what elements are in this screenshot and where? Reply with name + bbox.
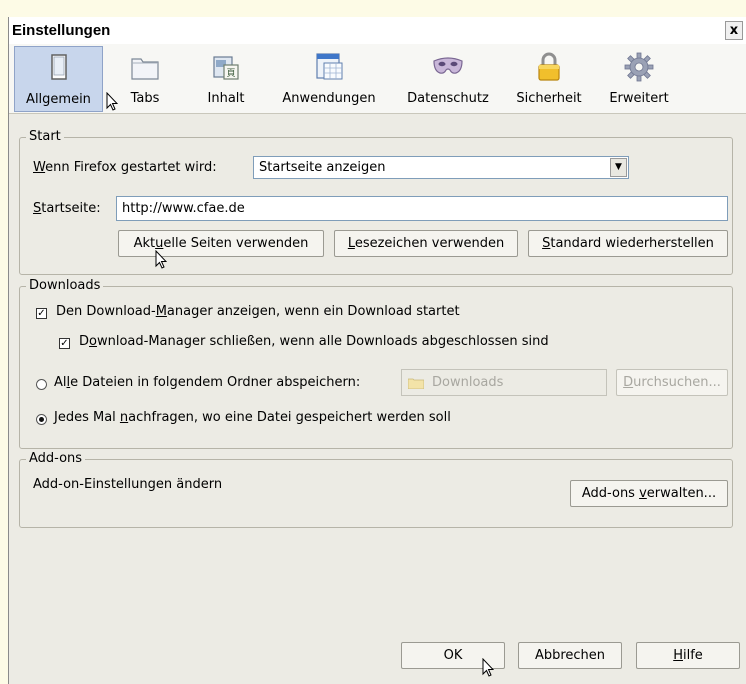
homepage-label: Startseite: (33, 201, 101, 216)
privacy-mask-icon (433, 57, 463, 74)
tab-allgemein[interactable]: Allgemein (14, 46, 103, 112)
tab-tabs-label: Tabs (130, 91, 160, 106)
save-to-folder-label: Alle Dateien in folgendem Ordner abspeic… (54, 375, 361, 390)
addons-legend: Add-ons (26, 451, 86, 467)
download-folder-field: Downloads (401, 369, 607, 396)
window-title: Einstellungen (12, 22, 111, 39)
tab-inhalt[interactable]: 頁 Inhalt (196, 46, 256, 112)
start-group: Start Wenn Firefox gestartet wird: Start… (19, 129, 733, 275)
close-download-manager-label: Download-Manager schließen, wenn alle Do… (79, 334, 549, 349)
show-download-manager-label: Den Download-Manager anzeigen, wenn ein … (56, 304, 460, 319)
addons-group: Add-ons Add-on-Einstellungen ändern Add-… (19, 451, 733, 528)
restore-default-button[interactable]: Standard wiederherstellen (528, 230, 728, 257)
close-button[interactable]: x (725, 21, 743, 40)
mouse-cursor-icon (106, 92, 118, 111)
help-button[interactable]: Hilfe (636, 642, 740, 669)
tab-allgemein-label: Allgemein (26, 92, 91, 107)
use-current-pages-button[interactable]: Aktuelle Seiten verwenden (118, 230, 324, 257)
download-folder-value: Downloads (432, 375, 504, 390)
save-to-folder-radio[interactable] (36, 379, 47, 390)
always-ask-radio[interactable] (36, 414, 47, 425)
mouse-cursor-icon (155, 250, 167, 269)
manage-addons-button[interactable]: Add-ons verwalten... (570, 480, 728, 507)
tab-sicherheit[interactable]: Sicherheit (509, 46, 589, 112)
tab-inhalt-label: Inhalt (207, 91, 245, 106)
addons-description: Add-on-Einstellungen ändern (33, 477, 223, 492)
startup-select-value: Startseite anzeigen (259, 160, 386, 175)
tab-tabs[interactable]: Tabs (119, 46, 171, 112)
gear-icon (624, 52, 654, 82)
tab-sicherheit-label: Sicherheit (516, 91, 582, 106)
tabs-icon (131, 58, 159, 80)
general-icon (50, 54, 67, 80)
tab-anwendungen[interactable]: Anwendungen (273, 46, 385, 112)
preferences-window: Einstellungen x Allgemein Tabs 頁 Inhalt … (8, 17, 746, 684)
tab-datenschutz[interactable]: Datenschutz (401, 46, 495, 112)
folder-icon (408, 378, 424, 389)
downloads-group: Downloads ✓ Den Download-Manager anzeige… (19, 278, 733, 449)
downloads-legend: Downloads (26, 278, 104, 294)
mouse-cursor-icon (482, 658, 494, 677)
homepage-input[interactable]: http://www.cfae.de (116, 196, 728, 221)
startup-select[interactable]: Startseite anzeigen ▼ (253, 156, 629, 179)
tab-erweitert[interactable]: Erweitert (601, 46, 677, 112)
use-bookmark-button[interactable]: Lesezeichen verwenden (334, 230, 518, 257)
lock-icon (538, 52, 560, 81)
tab-datenschutz-label: Datenschutz (407, 91, 489, 106)
chevron-down-icon[interactable]: ▼ (610, 158, 627, 177)
always-ask-label: Jedes Mal nachfragen, wo eine Datei gesp… (54, 410, 451, 425)
content-icon: 頁 (213, 56, 239, 80)
preferences-toolbar: Allgemein Tabs 頁 Inhalt Anwendungen Date… (9, 44, 746, 114)
svg-text:頁: 頁 (226, 68, 235, 79)
startup-label: Wenn Firefox gestartet wird: (33, 160, 217, 175)
close-download-manager-checkbox[interactable]: ✓ (59, 338, 70, 349)
browse-button[interactable]: Durchsuchen... (616, 369, 728, 396)
tab-anwendungen-label: Anwendungen (282, 91, 376, 106)
tab-erweitert-label: Erweitert (609, 91, 669, 106)
show-download-manager-checkbox[interactable]: ✓ (36, 308, 47, 319)
title-bar: Einstellungen x (9, 17, 746, 44)
cancel-button[interactable]: Abbrechen (518, 642, 622, 669)
applications-icon (316, 53, 343, 80)
start-legend: Start (26, 129, 64, 145)
